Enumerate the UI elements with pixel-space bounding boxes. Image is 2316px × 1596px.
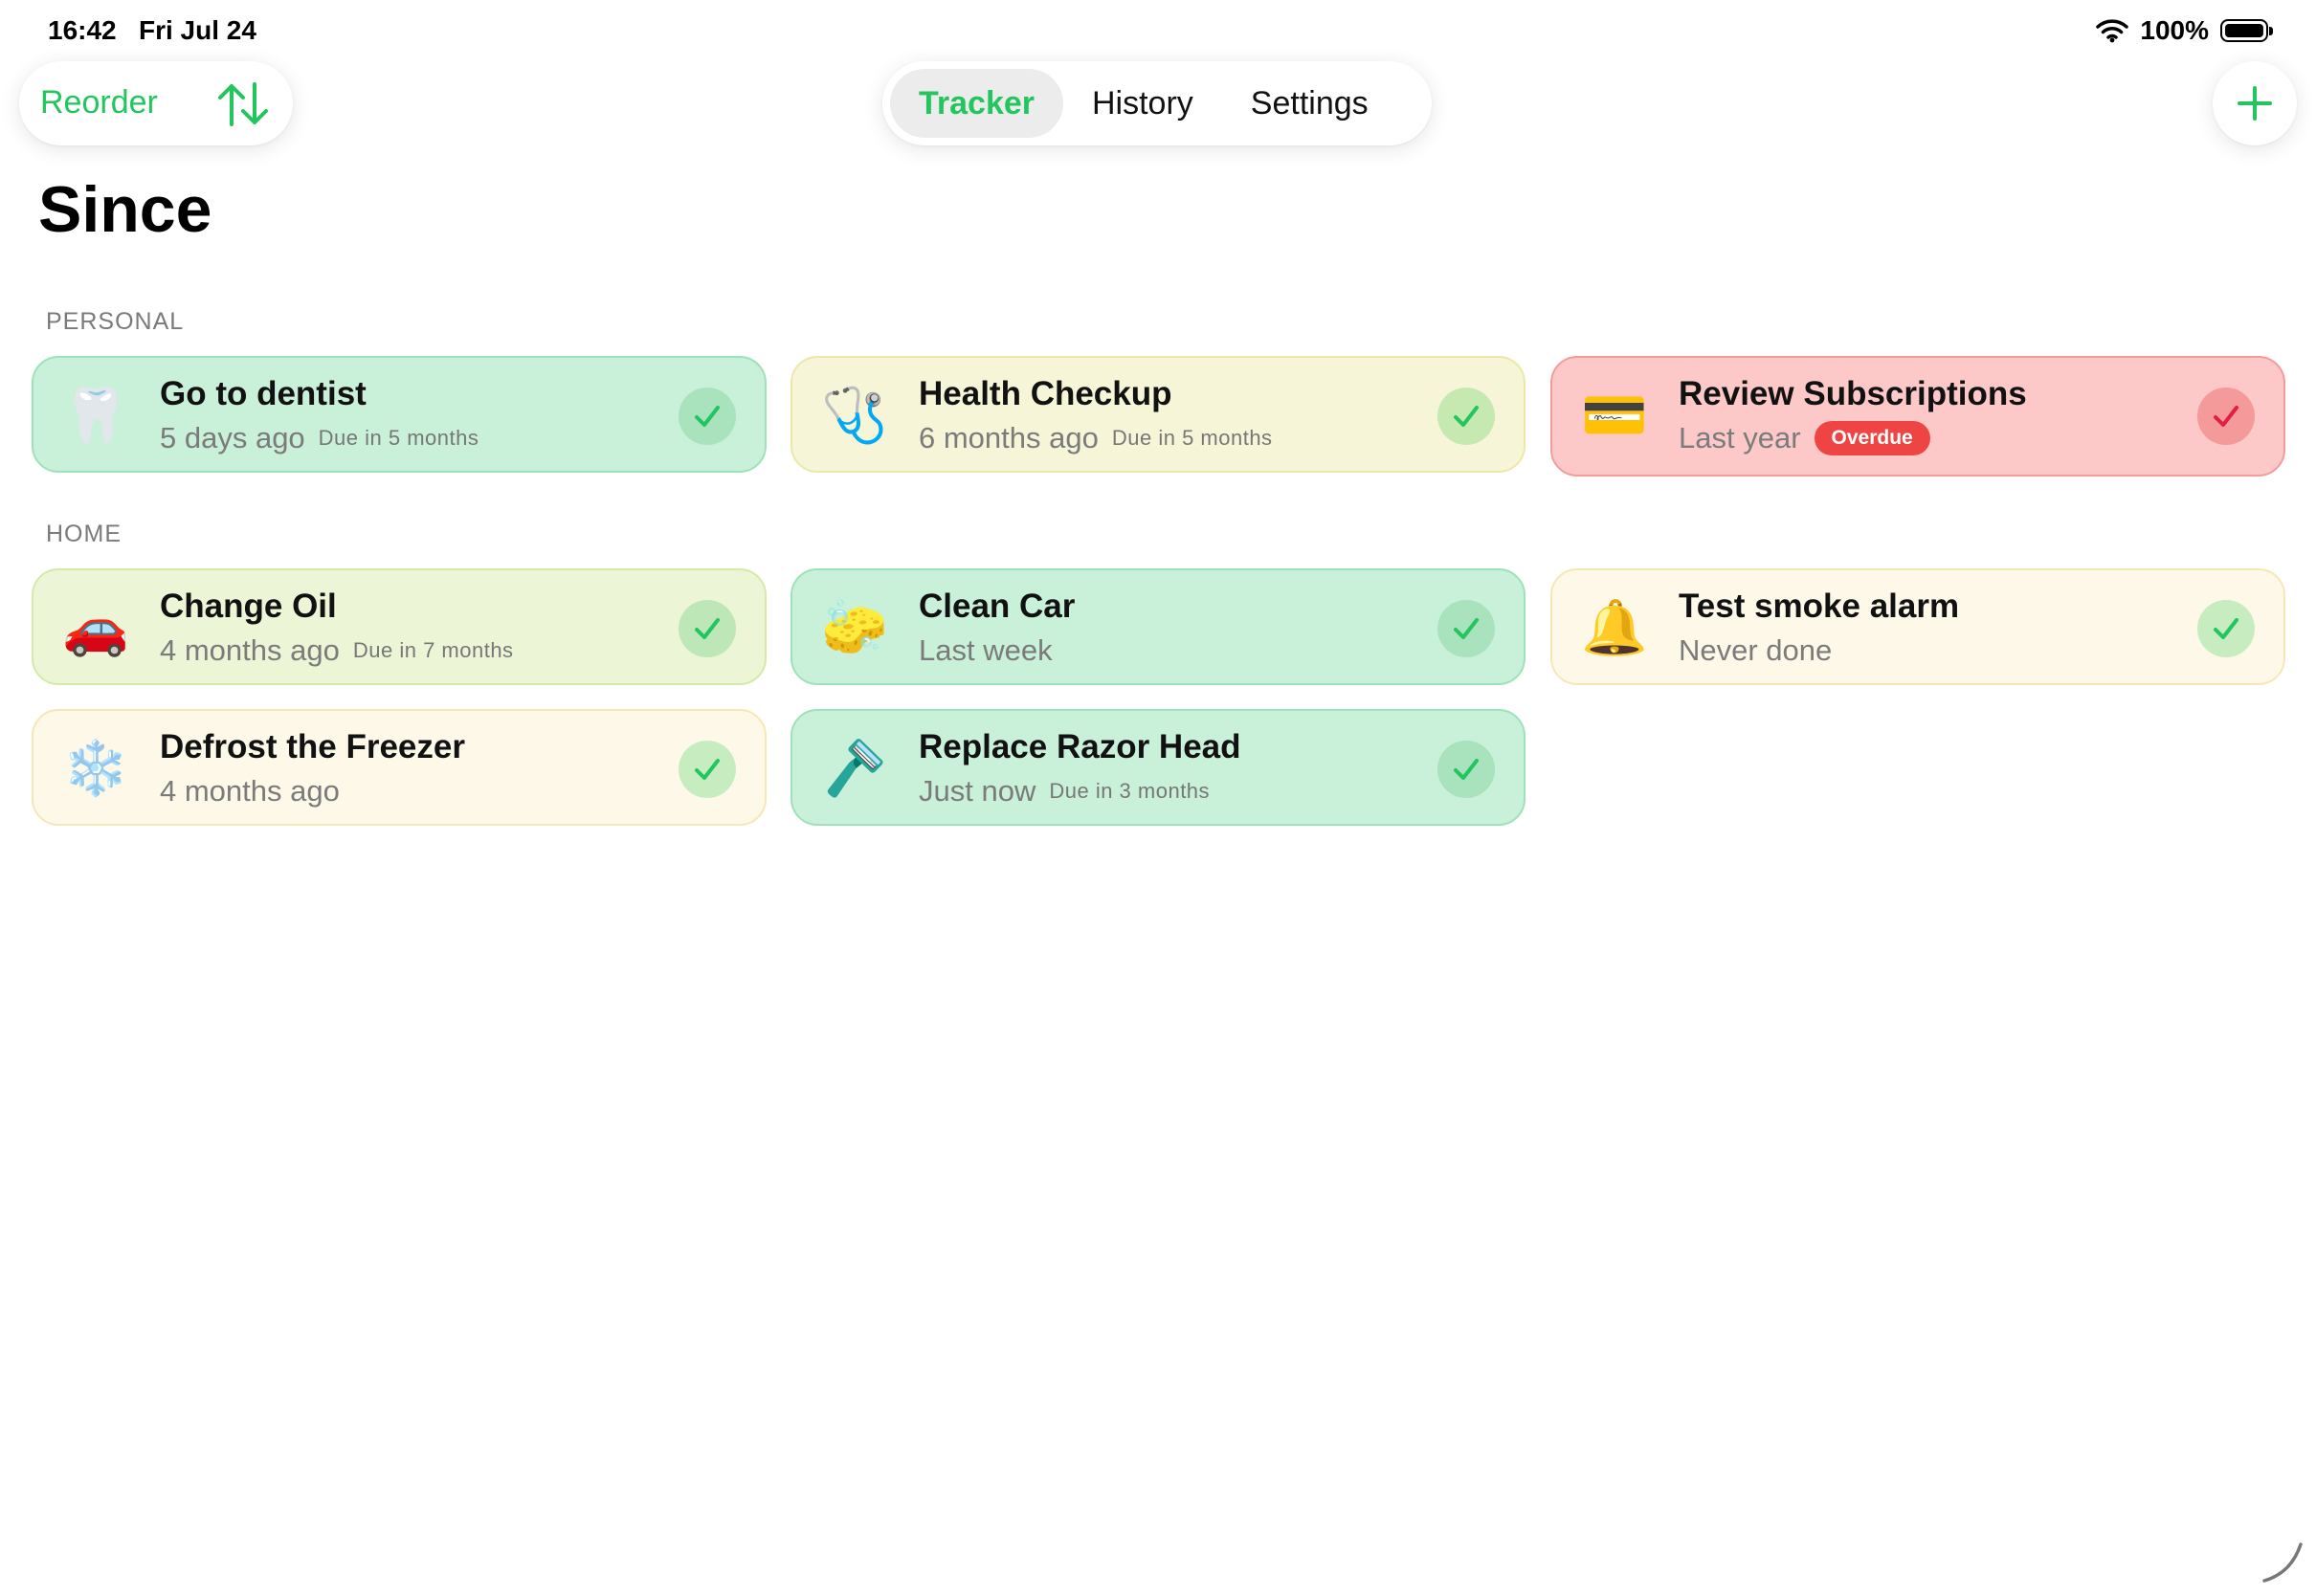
status-indicators: 100% <box>2096 15 2273 46</box>
checkmark-icon <box>2214 618 2238 639</box>
stethoscope-icon: 🩺 <box>821 385 888 445</box>
task-card-test-smoke-alarm[interactable]: 🔔 Test smoke alarm Never done <box>1550 568 2285 685</box>
section-label-home: HOME <box>46 521 122 547</box>
reorder-button[interactable]: Reorder <box>40 84 158 122</box>
task-subtitle: Last year Overdue <box>1679 421 1930 455</box>
wifi-icon <box>2096 19 2129 43</box>
task-title: Change Oil <box>160 587 337 625</box>
section-label-personal: PERSONAL <box>46 308 185 335</box>
task-since: Last week <box>919 633 1053 667</box>
task-card-replace-razor-head[interactable]: 🪒 Replace Razor Head Just now Due in 3 m… <box>791 709 1525 826</box>
tab-bar: Tracker History Settings <box>882 61 1432 145</box>
bell-icon: 🔔 <box>1581 597 1648 657</box>
car-icon: 🚗 <box>62 597 129 657</box>
task-since: 6 months ago <box>919 421 1099 454</box>
reorder-control: Reorder <box>19 61 293 145</box>
task-title: Review Subscriptions <box>1679 375 2027 412</box>
tab-history[interactable]: History <box>1063 69 1222 138</box>
checkmark-icon <box>1454 406 1479 427</box>
task-since: 5 days ago <box>160 421 305 454</box>
task-due: Due in 5 months <box>318 426 479 450</box>
plus-icon[interactable] <box>2234 82 2276 124</box>
tab-tracker[interactable]: Tracker <box>890 69 1063 138</box>
checkmark-icon <box>1454 618 1479 639</box>
mark-done-button[interactable] <box>1437 388 1495 445</box>
task-subtitle: 4 months ago <box>160 774 340 809</box>
battery-icon <box>2220 19 2273 42</box>
checkmark-icon <box>695 759 720 780</box>
task-since: 4 months ago <box>160 774 340 808</box>
task-subtitle: 5 days ago Due in 5 months <box>160 421 479 455</box>
resize-handle-icon <box>2262 1542 2303 1583</box>
checkmark-icon <box>695 618 720 639</box>
battery-percent: 100% <box>2140 15 2209 45</box>
status-time: 16:42 Fri Jul 24 <box>48 15 256 46</box>
task-since: Never done <box>1679 633 1833 667</box>
tooth-icon: 🦷 <box>62 385 129 445</box>
task-card-go-to-dentist[interactable]: 🦷 Go to dentist 5 days ago Due in 5 mont… <box>32 356 767 473</box>
task-card-defrost-the-freezer[interactable]: ❄️ Defrost the Freezer 4 months ago <box>32 709 767 826</box>
mark-done-button[interactable] <box>679 600 736 657</box>
task-since: Last year <box>1679 421 1801 454</box>
task-subtitle: 4 months ago Due in 7 months <box>160 633 514 668</box>
checkmark-icon <box>1454 759 1479 780</box>
task-card-clean-car[interactable]: 🧽 Clean Car Last week <box>791 568 1525 685</box>
checkmark-icon <box>2214 406 2238 427</box>
task-subtitle: Last week <box>919 633 1053 668</box>
overdue-badge: Overdue <box>1814 421 1930 455</box>
mark-done-button[interactable] <box>1437 600 1495 657</box>
task-title: Clean Car <box>919 587 1076 625</box>
mark-done-button[interactable] <box>679 388 736 445</box>
mark-done-button[interactable] <box>2197 600 2255 657</box>
task-due: Due in 7 months <box>352 638 514 662</box>
page-title: Since <box>38 173 212 246</box>
task-title: Defrost the Freezer <box>160 728 465 765</box>
mark-done-button[interactable] <box>2197 388 2255 445</box>
task-card-review-subscriptions[interactable]: 💳 Review Subscriptions Last year Overdue <box>1550 356 2285 477</box>
credit-card-icon: 💳 <box>1581 385 1648 445</box>
task-due: Due in 3 months <box>1049 779 1211 803</box>
status-clock: 16:42 <box>48 15 117 45</box>
mark-done-button[interactable] <box>1437 741 1495 798</box>
task-title: Go to dentist <box>160 375 367 412</box>
status-bar: 16:42 Fri Jul 24 100% <box>0 0 2316 61</box>
task-title: Health Checkup <box>919 375 1172 412</box>
task-card-change-oil[interactable]: 🚗 Change Oil 4 months ago Due in 7 month… <box>32 568 767 685</box>
task-card-health-checkup[interactable]: 🩺 Health Checkup 6 months ago Due in 5 m… <box>791 356 1525 473</box>
checkmark-icon <box>695 406 720 427</box>
status-date: Fri Jul 24 <box>138 15 256 45</box>
add-item-control <box>2213 61 2297 145</box>
sponge-icon: 🧽 <box>821 597 888 657</box>
task-subtitle: Just now Due in 3 months <box>919 774 1210 809</box>
snowflake-icon: ❄️ <box>62 738 129 798</box>
task-subtitle: Never done <box>1679 633 1832 668</box>
task-since: Just now <box>919 774 1036 808</box>
arrow-up-down-icon[interactable] <box>214 80 272 128</box>
task-title: Test smoke alarm <box>1679 587 1960 625</box>
tab-settings[interactable]: Settings <box>1222 69 1397 138</box>
task-title: Replace Razor Head <box>919 728 1241 765</box>
mark-done-button[interactable] <box>679 741 736 798</box>
razor-icon: 🪒 <box>821 738 888 798</box>
task-since: 4 months ago <box>160 633 340 667</box>
task-due: Due in 5 months <box>1111 426 1273 450</box>
task-subtitle: 6 months ago Due in 5 months <box>919 421 1273 455</box>
